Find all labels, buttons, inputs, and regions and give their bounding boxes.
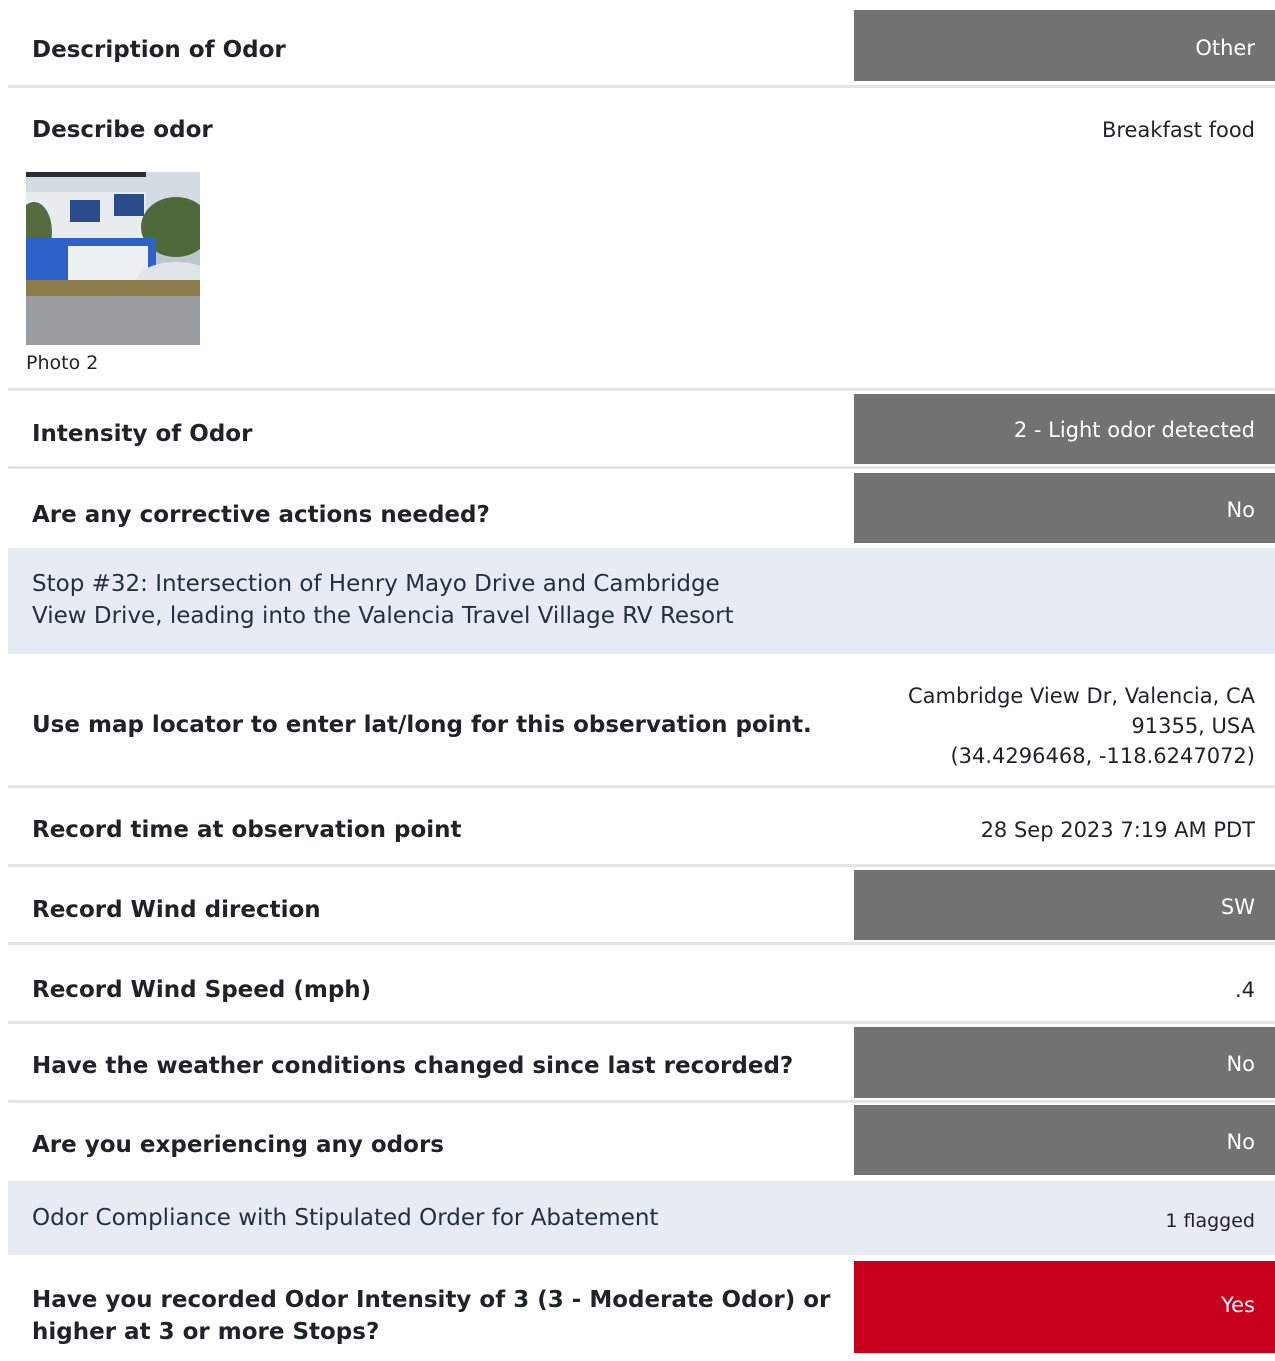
row-experiencing-odors: Are you experiencing any odors No bbox=[8, 1105, 1275, 1175]
answer-box: No bbox=[854, 473, 1275, 543]
section-odor-compliance: Odor Compliance with Stipulated Order fo… bbox=[8, 1181, 1275, 1255]
question-label: Intensity of Odor bbox=[32, 421, 253, 447]
answer-value: No bbox=[1226, 1130, 1255, 1154]
divider bbox=[8, 388, 1275, 391]
question-label: Record Wind direction bbox=[32, 897, 321, 923]
answer-value: 2 - Light odor detected bbox=[1013, 418, 1255, 442]
row-map-locator: Use map locator to enter lat/long for th… bbox=[8, 654, 1275, 790]
section-stop-32: Stop #32: Intersection of Henry Mayo Dri… bbox=[8, 548, 1275, 654]
answer-value: SW bbox=[1220, 895, 1255, 919]
photo-image bbox=[26, 172, 200, 345]
section-title-line: View Drive, leading into the Valencia Tr… bbox=[32, 603, 734, 629]
question-label: Record Wind Speed (mph) bbox=[32, 977, 372, 1003]
answer-box-flagged: Yes bbox=[854, 1261, 1275, 1353]
answer-box: 2 - Light odor detected bbox=[854, 394, 1275, 464]
question-label: Record time at observation point bbox=[32, 817, 462, 843]
question-label: Use map locator to enter lat/long for th… bbox=[32, 712, 812, 738]
question-label: Are you experiencing any odors bbox=[32, 1132, 444, 1158]
question-label: Description of Odor bbox=[32, 37, 286, 63]
question-label: Are any corrective actions needed? bbox=[32, 502, 490, 528]
answer-value: 91355, USA bbox=[1131, 714, 1255, 738]
photo-caption: Photo 2 bbox=[26, 352, 99, 374]
question-label: Have the weather conditions changed sinc… bbox=[32, 1053, 794, 1079]
row-description-of-odor: Description of Odor Other bbox=[8, 10, 1275, 81]
answer-value: Other bbox=[1195, 36, 1255, 60]
photo-thumbnail[interactable] bbox=[26, 172, 200, 345]
question-label: Describe odor bbox=[32, 117, 213, 143]
divider bbox=[8, 1021, 1275, 1024]
answer-value: 28 Sep 2023 7:19 AM PDT bbox=[980, 818, 1255, 842]
question-label: Have you recorded Odor Intensity of 3 (3… bbox=[32, 1287, 831, 1313]
divider bbox=[8, 1100, 1275, 1103]
answer-value: No bbox=[1226, 498, 1255, 522]
answer-value: No bbox=[1226, 1052, 1255, 1076]
row-corrective-actions: Are any corrective actions needed? No bbox=[8, 473, 1275, 543]
answer-box: No bbox=[854, 1105, 1275, 1175]
divider bbox=[8, 466, 1275, 469]
answer-box: No bbox=[854, 1027, 1275, 1098]
row-intensity-3: Have you recorded Odor Intensity of 3 (3… bbox=[8, 1261, 1275, 1353]
answer-box: SW bbox=[854, 870, 1275, 940]
divider bbox=[8, 785, 1275, 788]
row-wind-direction: Record Wind direction SW bbox=[8, 870, 1275, 940]
row-record-time: Record time at observation point 28 Sep … bbox=[8, 790, 1275, 862]
section-title-line: Stop #32: Intersection of Henry Mayo Dri… bbox=[32, 571, 720, 597]
divider bbox=[8, 942, 1275, 945]
answer-value: Cambridge View Dr, Valencia, CA bbox=[907, 684, 1255, 708]
row-weather-changed: Have the weather conditions changed sinc… bbox=[8, 1027, 1275, 1098]
answer-value: .4 bbox=[1234, 978, 1255, 1002]
answer-value: Breakfast food bbox=[1101, 118, 1255, 142]
section-title: Odor Compliance with Stipulated Order fo… bbox=[32, 1205, 659, 1231]
answer-box: Other bbox=[854, 10, 1275, 81]
answer-value: (34.4296468, -118.6247072) bbox=[950, 744, 1255, 768]
row-intensity-of-odor: Intensity of Odor 2 - Light odor detecte… bbox=[8, 394, 1275, 464]
question-label: higher at 3 or more Stops? bbox=[32, 1319, 380, 1345]
row-wind-speed: Record Wind Speed (mph) .4 bbox=[8, 948, 1275, 1020]
divider bbox=[8, 864, 1275, 867]
answer-value: Yes bbox=[1221, 1293, 1255, 1317]
flagged-count: 1 flagged bbox=[1165, 1210, 1255, 1232]
